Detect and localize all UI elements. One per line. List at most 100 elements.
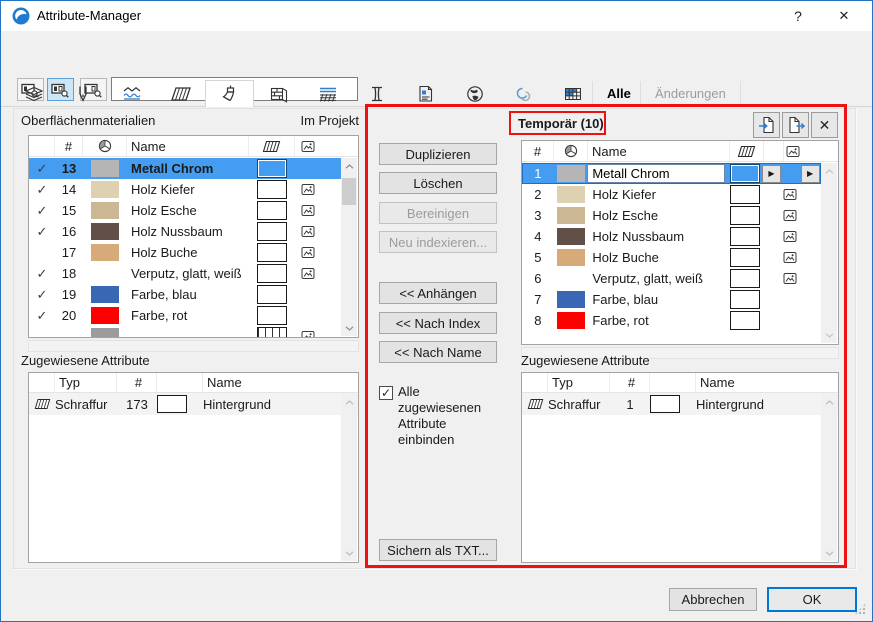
tab-line-types[interactable]	[107, 81, 156, 106]
tab-pens[interactable]	[58, 81, 107, 106]
left-assigned-scrollbar[interactable]	[341, 394, 357, 561]
fill-swatch	[729, 206, 760, 225]
by-name-button[interactable]: << Nach Name	[379, 341, 497, 363]
tab-fill-types[interactable]	[156, 81, 205, 106]
scroll-up-icon[interactable]	[341, 158, 357, 174]
cancel-button[interactable]: Abbrechen	[669, 588, 757, 611]
tab-complex-profiles[interactable]	[352, 81, 401, 106]
material-row[interactable]: 7 Farbe, blau	[522, 289, 821, 310]
tab-layers[interactable]	[9, 81, 58, 106]
material-row[interactable]: ✓ 16 Holz Nussbaum	[29, 221, 341, 242]
assigned-attribute-row[interactable]: Schraffur 173 Hintergrund	[29, 393, 358, 415]
help-button[interactable]: ?	[778, 1, 818, 31]
tab-surfaces[interactable]	[205, 80, 254, 107]
material-index: 19	[61, 287, 77, 302]
tab-alle[interactable]: Alle	[592, 81, 645, 106]
save-attribute-file-button[interactable]	[782, 112, 809, 138]
material-name: Farbe, rot	[131, 308, 188, 323]
fill-picker-button[interactable]: ▶	[761, 164, 781, 183]
tab-profiles-hatching[interactable]	[303, 81, 352, 106]
scroll-up-icon[interactable]	[821, 394, 837, 410]
material-row-partial[interactable]	[29, 326, 341, 337]
material-row[interactable]: ✓ 20 Farbe, rot	[29, 305, 341, 326]
material-index: 2	[534, 187, 542, 202]
material-row[interactable]: 4 Holz Nussbaum	[522, 226, 821, 247]
name-column-header: Name	[207, 375, 242, 390]
tab-locations[interactable]	[450, 81, 499, 106]
attribute-name: Hintergrund	[696, 396, 764, 412]
material-row[interactable]: 1 ▶ ▶	[522, 163, 821, 184]
scroll-down-icon[interactable]	[821, 327, 837, 343]
row-check-icon: ✓	[36, 223, 48, 239]
fill-swatch	[257, 243, 287, 262]
row-check-icon: ✓	[36, 160, 48, 176]
temporary-materials-list[interactable]: # Name 1 ▶ ▶ 2 Holz Kiefer 3 Holz Esche 4 Holz N…	[521, 140, 839, 345]
material-row[interactable]: 3 Holz Esche	[522, 205, 821, 226]
right-list-scrollbar[interactable]	[821, 163, 837, 343]
material-row[interactable]: 8 Farbe, rot	[522, 310, 821, 331]
material-row[interactable]: 2 Holz Kiefer	[522, 184, 821, 205]
checkbox-checked-icon[interactable]: ✓	[379, 386, 393, 400]
tab-composites[interactable]	[254, 81, 303, 106]
close-icon: ✕	[818, 116, 831, 133]
fill-swatch	[729, 290, 760, 309]
fill-types-icon	[170, 86, 191, 101]
scroll-down-icon[interactable]	[341, 545, 357, 561]
duplicate-button[interactable]: Duplizieren	[379, 143, 497, 165]
material-row[interactable]: ✓ 13 Metall Chrom	[29, 158, 341, 179]
hatch-icon	[737, 145, 756, 157]
save-as-txt-button[interactable]: Sichern als TXT...	[379, 539, 497, 561]
project-assigned-list[interactable]: Typ # Name Schraffur 173 Hintergrund	[28, 372, 359, 563]
assigned-attribute-row[interactable]: Schraffur 1 Hintergrund	[522, 393, 838, 415]
tab-renovation[interactable]	[499, 81, 548, 106]
right-panel-title: Temporär (10)	[509, 111, 606, 135]
texture-picker-button[interactable]: ▶	[800, 164, 820, 183]
scroll-thumb[interactable]	[342, 178, 356, 205]
left-list-hscrollbar[interactable]	[28, 340, 359, 352]
scroll-up-icon[interactable]	[821, 163, 837, 179]
image-attribute-icon	[295, 326, 321, 337]
include-attributes-checkbox-row[interactable]: ✓ Alle zugewiesenen Attribute einbinden	[379, 384, 501, 448]
scroll-down-icon[interactable]	[821, 545, 837, 561]
scroll-down-icon[interactable]	[341, 320, 357, 336]
by-index-button[interactable]: << Nach Index	[379, 312, 497, 334]
image-attribute-icon	[781, 247, 799, 268]
append-button[interactable]: << Anhängen	[379, 282, 497, 304]
row-check-icon: ✓	[36, 286, 48, 302]
project-materials-list[interactable]: # Name ✓ 13 Metall Chrom ✓ 14 Holz Kiefer ✓ 15 H…	[28, 135, 359, 338]
material-row[interactable]: 17 Holz Buche	[29, 242, 341, 263]
index-column-header: #	[55, 136, 83, 156]
texture-column-header	[295, 136, 321, 156]
attribute-type-tabs: Alle Änderungen	[1, 80, 872, 107]
material-row[interactable]: ✓ 19 Farbe, blau	[29, 284, 341, 305]
material-row[interactable]: ✓ 14 Holz Kiefer	[29, 179, 341, 200]
list-header: # Name	[522, 141, 838, 162]
title-bar[interactable]: Attribute-Manager ? ✕	[1, 1, 872, 31]
material-name: Holz Kiefer	[131, 182, 195, 197]
close-button[interactable]: ✕	[824, 1, 864, 31]
tab-aenderungen[interactable]: Änderungen	[640, 81, 741, 106]
material-row[interactable]: ✓ 18 Verputz, glatt, weiß	[29, 263, 341, 284]
attribute-manager-dialog: Attribute-Manager ? ✕ Alle Änderungen Ob…	[0, 0, 873, 622]
scroll-up-icon[interactable]	[341, 394, 357, 410]
close-temporary-button[interactable]: ✕	[811, 112, 838, 138]
material-name-input[interactable]	[587, 164, 726, 183]
temporary-assigned-list[interactable]: Typ # Name Schraffur 1 Hintergrund	[521, 372, 839, 563]
material-row[interactable]: 6 Verputz, glatt, weiß	[522, 268, 821, 289]
tab-mep-systems[interactable]	[548, 81, 597, 106]
open-attribute-file-button[interactable]	[753, 112, 780, 138]
fill-swatch	[257, 306, 287, 325]
left-assigned-title: Zugewiesene Attribute	[21, 353, 150, 368]
import-file-icon	[758, 116, 774, 134]
reindex-button: Neu indexieren...	[379, 231, 497, 253]
material-row[interactable]: 5 Holz Buche	[522, 247, 821, 268]
ok-button[interactable]: OK	[767, 587, 857, 612]
curved-shapes-icon	[516, 87, 530, 101]
tab-zone-categories[interactable]	[401, 81, 450, 106]
material-row[interactable]: ✓ 15 Holz Esche	[29, 200, 341, 221]
right-assigned-scrollbar[interactable]	[821, 394, 837, 561]
delete-button[interactable]: Löschen	[379, 172, 497, 194]
material-name: Holz Kiefer	[592, 187, 656, 202]
material-name: Farbe, rot	[592, 313, 649, 328]
left-list-scrollbar[interactable]	[341, 158, 357, 336]
